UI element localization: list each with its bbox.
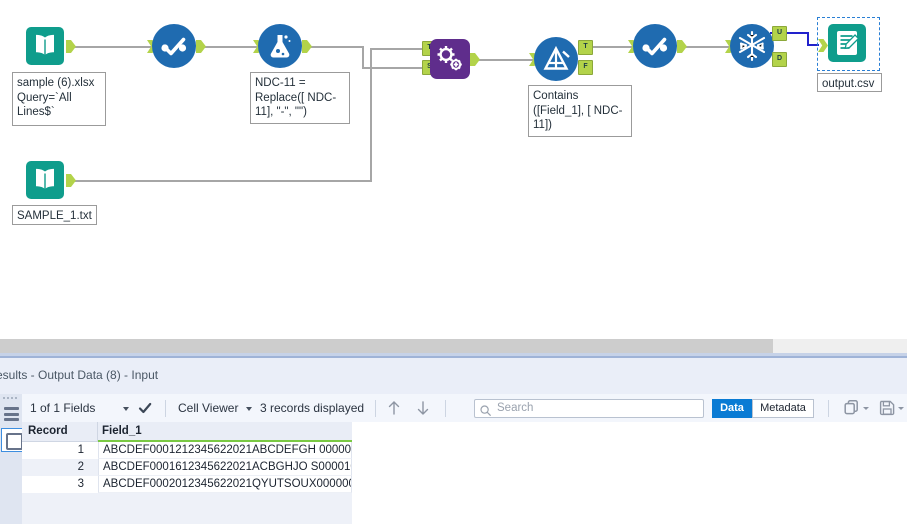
arrow-up-icon[interactable]: [387, 400, 401, 416]
book-icon: [26, 27, 64, 65]
save-icon[interactable]: [879, 400, 896, 416]
output-anchor-select1[interactable]: [196, 40, 206, 53]
node-unique-1[interactable]: [730, 24, 774, 68]
results-panel: esults - Output Data (8) - Input 1 of 1 …: [0, 358, 907, 524]
wire-input-xlsx-to-select1: [70, 46, 152, 48]
toolbar-divider: [375, 400, 376, 417]
wire-append-to-filter: [472, 59, 534, 61]
search-placeholder: Search: [497, 402, 534, 414]
node-label-formula: NDC-11 = Replace([ NDC- 11], "-", ""): [250, 72, 350, 124]
search-input[interactable]: Search: [474, 399, 704, 418]
rail-list-icon[interactable]: [1, 403, 21, 425]
node-label-line: Lines$`: [17, 106, 55, 118]
node-select-1[interactable]: [152, 24, 196, 68]
wire-formula-down: [362, 46, 364, 67]
grid-header-row: [22, 422, 352, 442]
cell-viewer-dropdown-label[interactable]: Cell Viewer: [178, 394, 238, 422]
node-label-output-csv: output.csv: [817, 73, 882, 92]
node-formula-1[interactable]: [258, 24, 302, 68]
rail-panel-icon[interactable]: [1, 428, 23, 452]
output-anchor-unique-u[interactable]: U: [772, 26, 787, 41]
flask-icon: [270, 35, 291, 58]
gears-plus-icon: [437, 46, 462, 71]
column-separator[interactable]: [97, 422, 98, 441]
cell-viewer-caret-icon[interactable]: [246, 407, 252, 411]
table-row[interactable]: 3 ABCDEF0002012345622021QYUTSOUX00000032…: [22, 476, 352, 493]
output-anchor-unique-d[interactable]: D: [772, 52, 787, 67]
node-label-line: Replace([ NDC-: [255, 91, 337, 104]
node-select-2[interactable]: [633, 24, 677, 68]
node-label-line: output.csv: [822, 78, 875, 90]
filter-icon: [543, 45, 570, 70]
output-anchor-append[interactable]: [470, 53, 480, 66]
tab-metadata[interactable]: Metadata: [752, 399, 814, 418]
copy-icon[interactable]: [844, 400, 861, 416]
copy-caret-icon[interactable]: [863, 407, 869, 410]
node-label-line: Contains: [533, 90, 579, 102]
table-row[interactable]: 1 ABCDEF0001212345622021ABCDEFGH 0000000…: [22, 442, 352, 459]
output-anchor-select2[interactable]: [677, 40, 687, 53]
node-label-line: SAMPLE_1.txt: [17, 210, 92, 222]
results-panel-title: esults - Output Data (8) - Input: [0, 368, 159, 382]
node-label-line: NDC-11 =: [255, 77, 306, 89]
scrollbar-thumb[interactable]: [0, 339, 773, 353]
node-label-line: Query=`All: [17, 91, 72, 104]
node-append-fields[interactable]: [430, 39, 470, 79]
cell-record: 3: [77, 478, 84, 490]
node-label-line: sample (6).xlsx: [17, 77, 95, 89]
toolbar-divider: [445, 400, 446, 417]
column-header-field1[interactable]: Field_1: [102, 422, 142, 441]
results-toolbar: 1 of 1 Fields Cell Viewer 3 records disp…: [22, 394, 907, 423]
apply-checkmark-icon[interactable]: [138, 401, 152, 415]
node-filter-1[interactable]: [534, 37, 578, 81]
save-caret-icon[interactable]: [898, 407, 904, 410]
workflow-canvas[interactable]: sample (6).xlsx Query=`All Lines$` NDC-1…: [0, 0, 907, 338]
search-icon: [480, 403, 491, 416]
cell-record: 2: [77, 461, 84, 473]
output-anchor-input-xlsx[interactable]: [66, 40, 76, 53]
records-displayed-label: 3 records displayed: [260, 401, 365, 415]
cell-field1[interactable]: ABCDEF0001212345622021ABCDEFGH 00000008…: [98, 442, 352, 459]
toolbar-divider: [828, 400, 829, 417]
fields-dropdown-label[interactable]: 1 of 1 Fields: [30, 394, 95, 422]
table-row-empty: [22, 493, 352, 524]
wire-input-txt-right: [70, 180, 372, 182]
node-label-filter: Contains ([Field_1], [ NDC- 11]): [528, 85, 632, 137]
rail-grip-icon[interactable]: [2, 396, 20, 401]
cell-record: 1: [77, 444, 84, 456]
cell-field1[interactable]: ABCDEF0002012345622021QYUTSOUX00000032.…: [98, 476, 352, 493]
wire-formula-out-right: [305, 46, 363, 48]
book-icon: [26, 161, 64, 199]
snowflake-icon: [738, 30, 766, 62]
node-label-line: ([Field_1], [ NDC-: [533, 104, 623, 117]
column-header-record[interactable]: Record: [28, 422, 68, 441]
output-anchor-input-txt[interactable]: [66, 174, 76, 187]
output-anchor-filter-t[interactable]: T: [578, 40, 593, 55]
node-label-line: 11]): [533, 119, 552, 131]
node-label-line: 11], "-", ""): [255, 106, 307, 118]
alteryx-designer-window: sample (6).xlsx Query=`All Lines$` NDC-1…: [0, 0, 907, 524]
output-anchor-filter-f[interactable]: F: [578, 60, 593, 75]
node-output-data-csv[interactable]: [827, 23, 867, 63]
table-row[interactable]: 2 ABCDEF0001612345622021ACBGHJO S0000109…: [22, 459, 352, 476]
output-anchor-formula[interactable]: [302, 40, 312, 53]
canvas-horizontal-scrollbar[interactable]: [0, 339, 907, 353]
node-input-data-txt[interactable]: [25, 160, 65, 200]
document-pencil-icon: [828, 24, 866, 62]
select-icon: [642, 37, 668, 56]
fields-dropdown-caret-icon[interactable]: [123, 407, 129, 411]
toolbar-divider: [165, 400, 166, 417]
node-label-input-xlsx: sample (6).xlsx Query=`All Lines$`: [12, 72, 106, 126]
node-label-input-txt: SAMPLE_1.txt: [12, 205, 97, 225]
node-input-data-xlsx[interactable]: [25, 26, 65, 66]
cell-field1[interactable]: ABCDEF0001612345622021ACBGHJO S00001093…: [98, 459, 352, 476]
wire-input-txt-up: [370, 48, 372, 180]
arrow-down-icon[interactable]: [416, 400, 430, 416]
tab-data[interactable]: Data: [712, 399, 752, 418]
wire-to-append-t: [370, 48, 425, 50]
results-side-rail: [0, 394, 23, 524]
results-data-grid[interactable]: Record Field_1 1 ABCDEF0001212345622021A…: [22, 422, 907, 524]
select-icon: [161, 37, 187, 56]
